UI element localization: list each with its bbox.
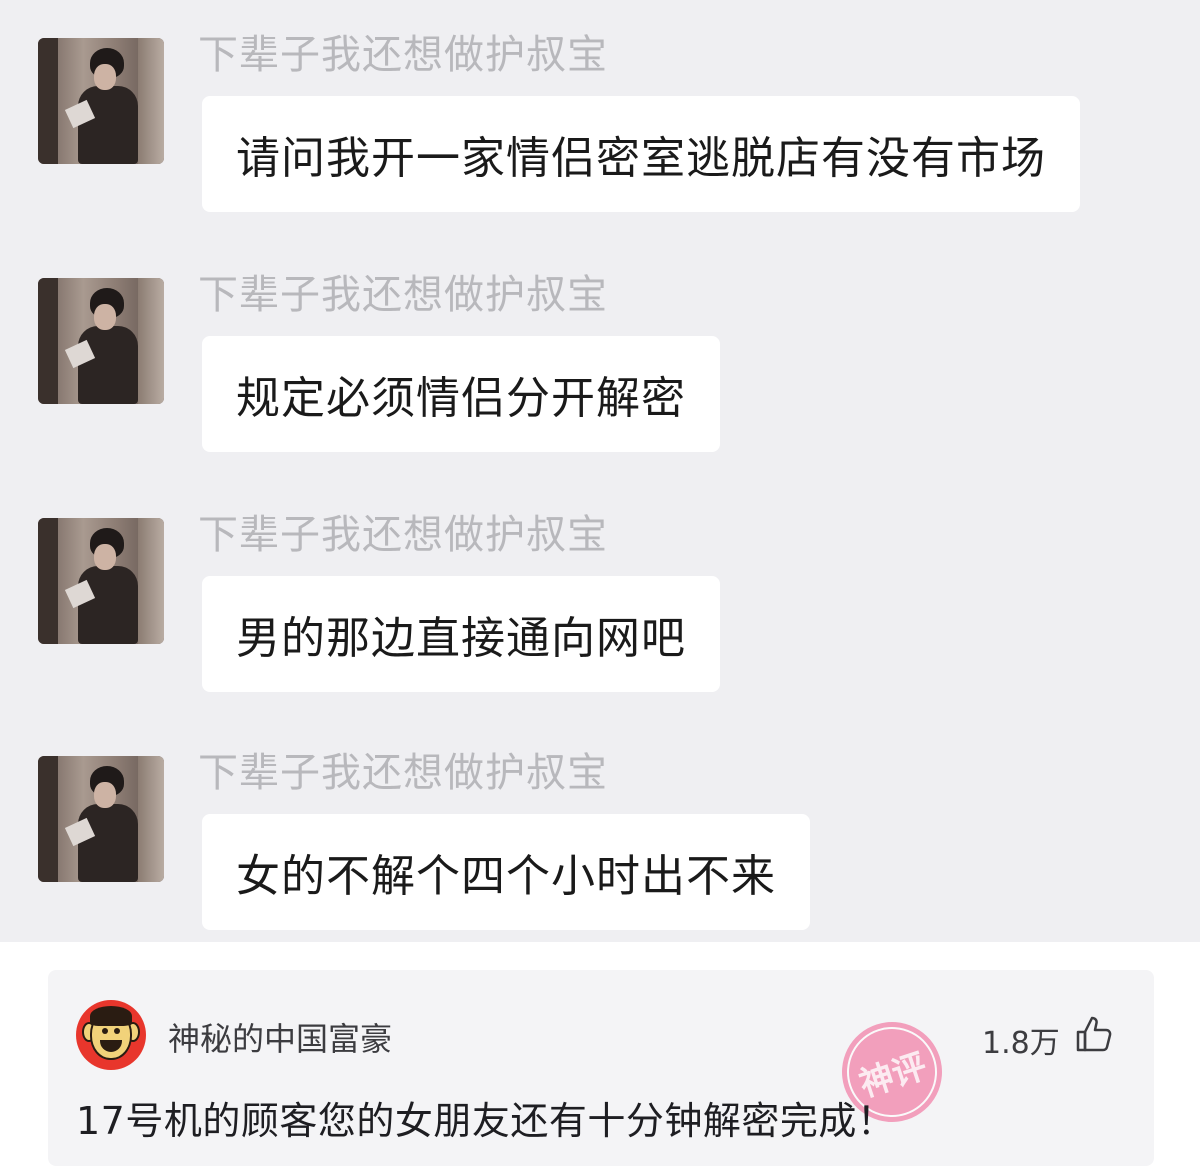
comment-text: 17号机的顾客您的女朋友还有十分钟解密完成！ bbox=[76, 1099, 896, 1143]
sender-nickname: 下辈子我还想做护叔宝 bbox=[198, 750, 608, 796]
like-count: 1.8万 bbox=[982, 1026, 1060, 1061]
chat-message: 下辈子我还想做护叔宝 男的那边直接通向网吧 bbox=[0, 480, 1200, 720]
thumbs-up-icon[interactable] bbox=[1074, 1014, 1114, 1054]
avatar[interactable] bbox=[38, 278, 164, 404]
commenter-username[interactable]: 神秘的中国富豪 bbox=[168, 1014, 392, 1060]
sender-nickname: 下辈子我还想做护叔宝 bbox=[198, 272, 608, 318]
avatar[interactable] bbox=[38, 756, 164, 882]
message-bubble[interactable]: 规定必须情侣分开解密 bbox=[202, 336, 720, 452]
chat-message: 下辈子我还想做护叔宝 请问我开一家情侣密室逃脱店有没有市场 bbox=[0, 0, 1200, 240]
commenter-avatar[interactable] bbox=[76, 1000, 146, 1070]
comment-card: 神秘的中国富豪 神评 1.8万 17号机的顾客您的女朋友还有十分钟解密完成！ bbox=[48, 970, 1154, 1166]
sender-nickname: 下辈子我还想做护叔宝 bbox=[198, 32, 608, 78]
chat-message: 下辈子我还想做护叔宝 女的不解个四个小时出不来 bbox=[0, 718, 1200, 958]
chat-screenshot: 下辈子我还想做护叔宝 请问我开一家情侣密室逃脱店有没有市场 下辈子我还想做护叔宝… bbox=[0, 0, 1200, 942]
message-bubble[interactable]: 男的那边直接通向网吧 bbox=[202, 576, 720, 692]
avatar[interactable] bbox=[38, 38, 164, 164]
message-bubble[interactable]: 女的不解个四个小时出不来 bbox=[202, 814, 810, 930]
sender-nickname: 下辈子我还想做护叔宝 bbox=[198, 512, 608, 558]
avatar[interactable] bbox=[38, 518, 164, 644]
chat-message: 下辈子我还想做护叔宝 规定必须情侣分开解密 bbox=[0, 240, 1200, 480]
message-bubble[interactable]: 请问我开一家情侣密室逃脱店有没有市场 bbox=[202, 96, 1080, 212]
